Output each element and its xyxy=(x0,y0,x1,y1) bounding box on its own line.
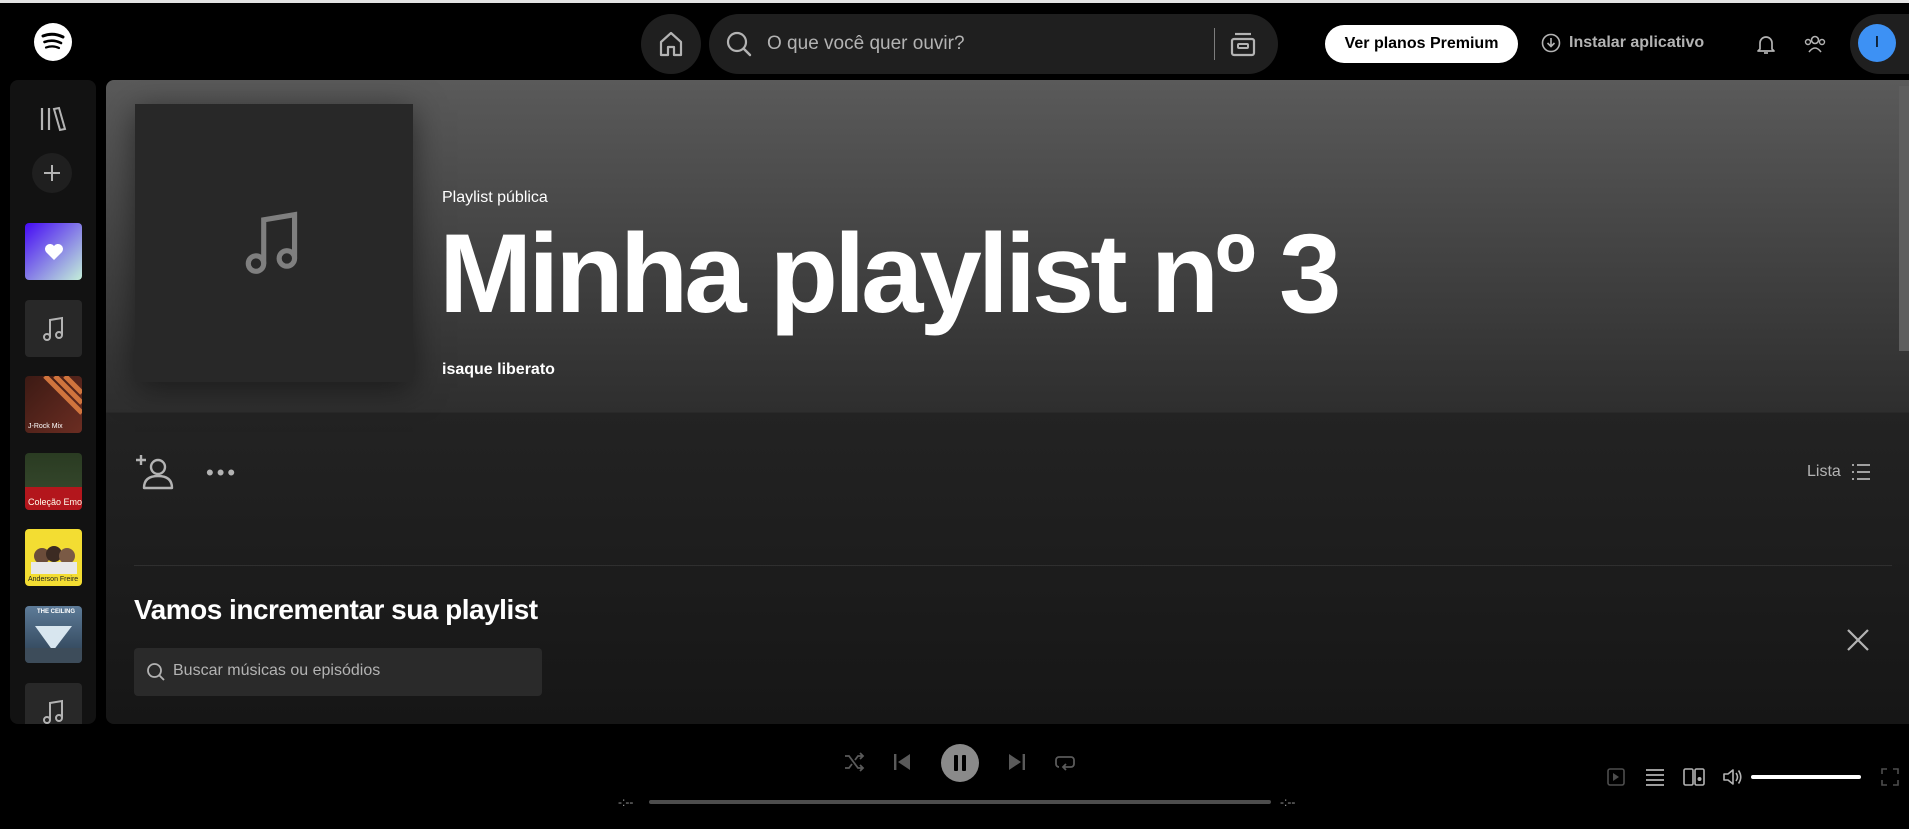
sidebar-item-playlist-2[interactable] xyxy=(25,683,82,724)
volume-icon[interactable] xyxy=(1722,767,1744,787)
plus-icon xyxy=(44,165,60,181)
progress-bar[interactable] xyxy=(649,800,1271,804)
find-songs-input[interactable]: Buscar músicas ou episódios xyxy=(173,662,380,680)
search-bar[interactable]: O que você quer ouvir? xyxy=(709,14,1278,74)
home-button[interactable] xyxy=(641,14,701,74)
find-songs-field[interactable]: Buscar músicas ou episódios xyxy=(134,648,542,696)
queue-icon[interactable] xyxy=(1645,768,1665,786)
download-icon xyxy=(1541,33,1561,53)
close-icon[interactable] xyxy=(1846,628,1870,652)
sidebar-item-the-ceiling[interactable]: THE CEILING xyxy=(25,606,82,663)
browse-icon[interactable] xyxy=(1229,29,1257,59)
music-note-icon xyxy=(42,316,63,341)
playlist-cover[interactable] xyxy=(135,104,413,382)
previous-track-icon[interactable] xyxy=(891,751,913,773)
search-icon xyxy=(726,31,752,57)
player-bar: -:-- -:-- xyxy=(0,724,1909,829)
sidebar-item-liked-songs[interactable] xyxy=(25,223,82,280)
library-sidebar: J-Rock Mix Coleção Emo Anderson Freire T… xyxy=(10,80,96,724)
view-mode-label: Lista xyxy=(1807,463,1841,480)
sidebar-item-playlist[interactable] xyxy=(25,300,82,357)
volume-slider[interactable] xyxy=(1751,775,1861,779)
sidebar-item-jrock-mix[interactable]: J-Rock Mix xyxy=(25,376,82,433)
spotify-logo-icon[interactable] xyxy=(34,23,72,61)
jrock-mix-caption: J-Rock Mix xyxy=(28,423,63,430)
library-icon[interactable] xyxy=(39,106,67,132)
heart-icon xyxy=(44,243,63,260)
playlist-type-label: Playlist pública xyxy=(442,189,548,206)
now-playing-view-icon[interactable] xyxy=(1607,768,1625,786)
anderson-freire-caption: Anderson Freire xyxy=(28,576,79,583)
music-note-icon xyxy=(245,211,298,274)
music-note-icon xyxy=(42,699,63,724)
top-bar: O que você quer ouvir? Ver planos Premiu… xyxy=(0,0,1909,82)
search-icon xyxy=(147,663,165,681)
search-divider xyxy=(1214,28,1215,60)
elapsed-time: -:-- xyxy=(618,795,634,809)
scrollbar[interactable] xyxy=(1899,86,1909,351)
shuffle-icon[interactable] xyxy=(843,751,865,773)
playlist-owner-link[interactable]: isaque liberato xyxy=(442,361,555,379)
home-icon xyxy=(659,31,683,57)
repeat-icon[interactable] xyxy=(1054,751,1076,773)
fullscreen-icon[interactable] xyxy=(1881,768,1899,786)
colecao-emo-caption: Coleção Emo xyxy=(28,497,82,507)
install-app-label: Instalar aplicativo xyxy=(1569,34,1705,51)
remaining-time: -:-- xyxy=(1280,795,1296,809)
pause-icon xyxy=(954,755,966,771)
next-track-icon[interactable] xyxy=(1006,751,1028,773)
connect-device-icon[interactable] xyxy=(1683,767,1705,787)
create-playlist-button[interactable] xyxy=(32,153,72,193)
bell-icon[interactable] xyxy=(1755,33,1777,55)
search-input[interactable]: O que você quer ouvir? xyxy=(767,33,965,55)
play-pause-button[interactable] xyxy=(941,744,979,782)
the-ceiling-caption: THE CEILING xyxy=(37,609,76,615)
recommendations-title: Vamos incrementar sua playlist xyxy=(134,594,538,625)
install-app-link[interactable]: Instalar aplicativo xyxy=(1541,33,1704,53)
section-divider xyxy=(134,565,1892,566)
page-title[interactable]: Minha playlist nº 3 xyxy=(439,210,1341,339)
avatar: I xyxy=(1858,24,1896,62)
list-icon xyxy=(1851,464,1870,480)
user-menu-button[interactable]: I xyxy=(1850,14,1909,74)
sidebar-item-anderson-freire[interactable]: Anderson Freire xyxy=(25,529,82,586)
premium-button[interactable]: Ver planos Premium xyxy=(1325,25,1518,63)
more-options-button[interactable]: ••• xyxy=(206,460,238,486)
playlist-view: Playlist pública Minha playlist nº 3 isa… xyxy=(106,80,1909,724)
view-mode-toggle[interactable]: Lista xyxy=(1807,463,1871,481)
invite-collaborator-icon[interactable] xyxy=(134,452,176,494)
friends-activity-icon[interactable] xyxy=(1803,33,1827,55)
sidebar-item-colecao-emo[interactable]: Coleção Emo xyxy=(25,453,82,510)
